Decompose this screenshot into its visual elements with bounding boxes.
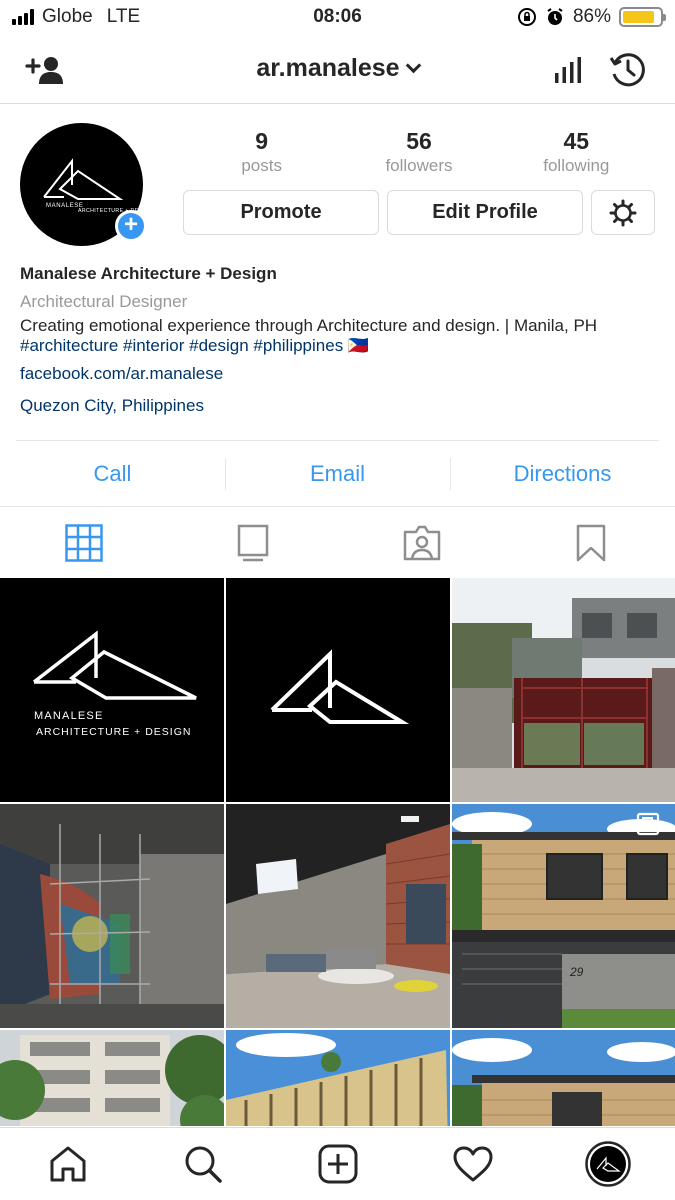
nav-activity[interactable] xyxy=(405,1128,540,1200)
profile-hashtags[interactable]: #architecture #interior #design #philipp… xyxy=(20,336,660,356)
search-icon xyxy=(185,1146,222,1183)
stat-posts[interactable]: 9 posts xyxy=(183,128,340,176)
building-facade-image xyxy=(226,1030,450,1126)
grid-post-5[interactable] xyxy=(226,804,450,1028)
saved-icon xyxy=(576,524,605,561)
profile-stats: 9 posts 56 followers 45 following xyxy=(183,128,655,176)
grid-post-1[interactable]: MANALESE ARCHITECTURE + DESIGN xyxy=(0,578,224,802)
igtv-icon xyxy=(237,524,269,561)
promote-button[interactable]: Promote xyxy=(183,190,379,235)
battery-percent: 86% xyxy=(572,6,611,27)
profile-website-link[interactable]: facebook.com/ar.manalese xyxy=(20,364,660,384)
rotation-lock-icon xyxy=(517,8,536,26)
interior-wall-photo-image xyxy=(0,804,224,1028)
profile-tabs xyxy=(0,506,675,578)
stat-followers[interactable]: 56 followers xyxy=(340,128,497,176)
call-button[interactable]: Call xyxy=(0,443,225,505)
profile-avatar xyxy=(584,1141,631,1187)
battery-icon xyxy=(619,7,666,27)
stat-following[interactable]: 45 following xyxy=(498,128,655,176)
site-photo-image xyxy=(452,578,675,802)
insights-icon[interactable] xyxy=(546,50,590,90)
tab-igtv[interactable] xyxy=(169,507,338,578)
house-render-2-image xyxy=(452,1030,675,1126)
stat-label: posts xyxy=(241,156,282,175)
contact-options-bar: Call Email Directions xyxy=(0,443,675,505)
status-right: 86% xyxy=(517,6,666,28)
status-bar: Globe LTE 08:06 86% xyxy=(0,0,675,36)
house-render-image: 29 xyxy=(452,804,675,1028)
profile-header: ar.manalese xyxy=(0,36,675,104)
logo-text-line2: ARCHITECTURE + DESIGN xyxy=(36,726,191,738)
profile-category: Architectural Designer xyxy=(20,292,188,311)
settings-button[interactable] xyxy=(591,190,655,235)
tagged-icon xyxy=(403,525,441,560)
posts-grid: MANALESE ARCHITECTURE + DESIGN 29 xyxy=(0,578,675,1126)
gear-icon xyxy=(609,199,637,226)
manalese-logo-image xyxy=(226,578,450,802)
nav-search[interactable] xyxy=(135,1128,270,1200)
profile-name: Manalese Architecture + Design xyxy=(20,264,277,283)
chevron-down-icon xyxy=(405,57,421,74)
profile-bio: Manalese Architecture + Design Architect… xyxy=(20,264,660,416)
stat-label: followers xyxy=(385,156,453,175)
nav-profile[interactable] xyxy=(540,1128,675,1200)
add-story-plus-icon[interactable]: + xyxy=(115,210,147,242)
directions-button[interactable]: Directions xyxy=(450,443,675,505)
grid-post-3[interactable] xyxy=(452,578,675,802)
tab-saved[interactable] xyxy=(506,507,675,578)
edit-profile-button[interactable]: Edit Profile xyxy=(387,190,583,235)
stat-label: following xyxy=(543,156,610,175)
email-button[interactable]: Email xyxy=(225,443,450,505)
logo-text-line1: MANALESE xyxy=(34,710,104,722)
grid-post-9[interactable] xyxy=(452,1030,675,1126)
grid-post-7[interactable] xyxy=(0,1030,224,1126)
activity-heart-icon xyxy=(453,1146,492,1182)
loft-render-image xyxy=(226,804,450,1028)
profile-location-link[interactable]: Quezon City, Philippines xyxy=(20,396,660,416)
grid-post-2[interactable] xyxy=(226,578,450,802)
bottom-navigation xyxy=(0,1127,675,1200)
stat-value: 56 xyxy=(406,128,432,154)
grid-post-6[interactable]: 29 xyxy=(452,804,675,1028)
house-number-label: 29 xyxy=(569,965,584,979)
nav-new-post[interactable] xyxy=(270,1128,405,1200)
username-title: ar.manalese xyxy=(256,54,400,82)
new-post-icon xyxy=(318,1144,357,1184)
grid-icon xyxy=(65,523,104,562)
nav-home[interactable] xyxy=(0,1128,135,1200)
alarm-icon xyxy=(547,8,563,25)
grid-post-8[interactable] xyxy=(226,1030,450,1126)
tab-grid[interactable] xyxy=(0,507,169,578)
archive-clock-icon[interactable] xyxy=(606,50,650,90)
tab-tagged[interactable] xyxy=(338,507,507,578)
apartment-building-image xyxy=(0,1030,224,1126)
profile-description: Creating emotional experience through Ar… xyxy=(20,316,598,335)
profile-avatar-container[interactable]: MANALESE ARCHITECTURE + DESIGN + xyxy=(20,123,147,246)
grid-post-4[interactable] xyxy=(0,804,224,1028)
home-icon xyxy=(50,1146,85,1182)
divider xyxy=(16,440,659,441)
stat-value: 45 xyxy=(563,128,590,154)
manalese-logo-image: MANALESE ARCHITECTURE + DESIGN xyxy=(0,578,224,802)
stat-value: 9 xyxy=(255,128,269,154)
